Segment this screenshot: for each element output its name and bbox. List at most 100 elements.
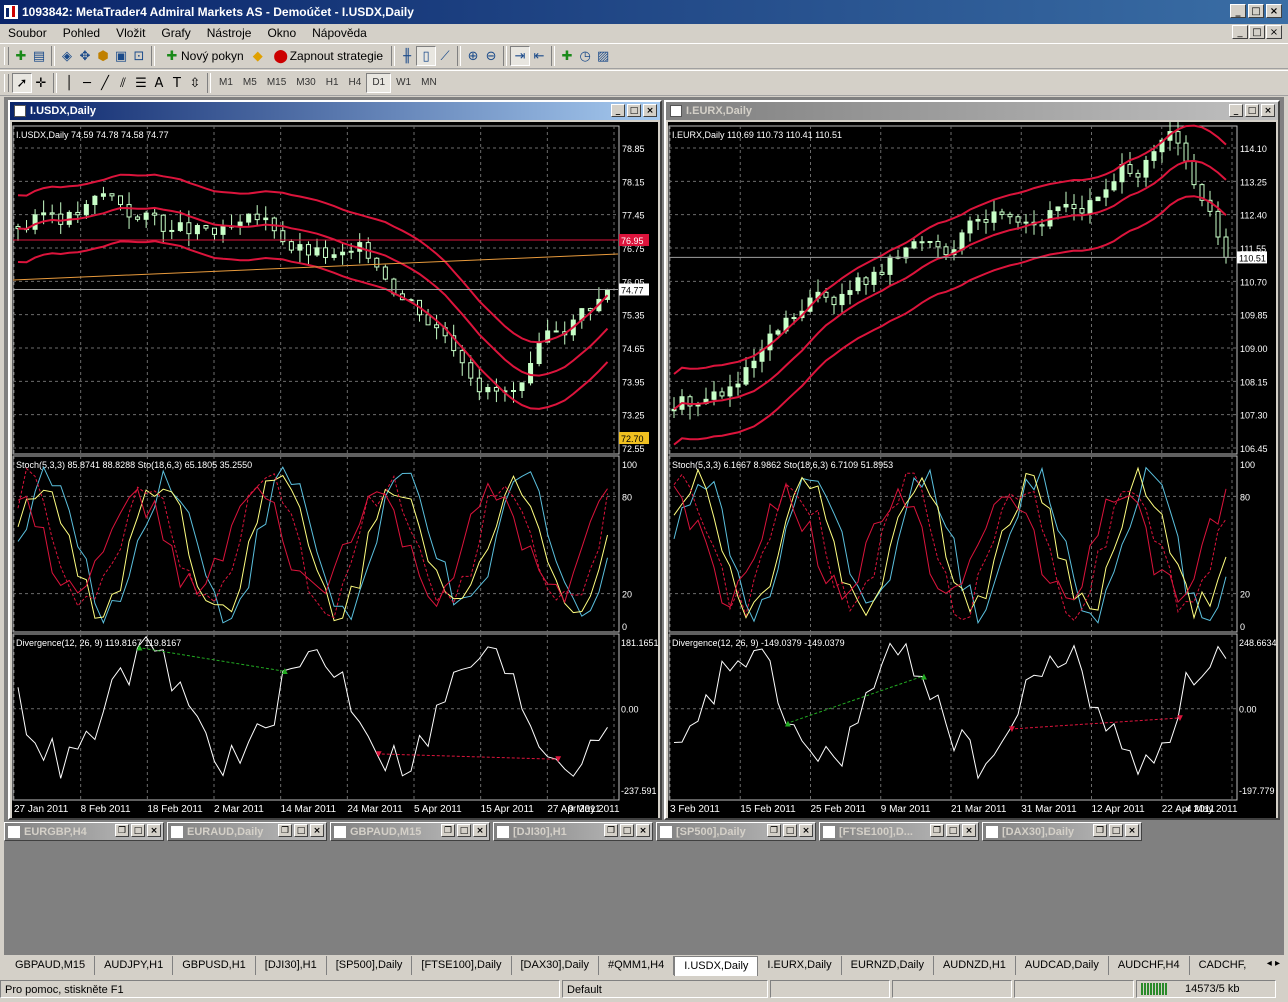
- restore-button[interactable]: ❐: [278, 824, 292, 837]
- cursor-icon[interactable]: ➚: [12, 73, 32, 93]
- chart-tab[interactable]: GBPAUD,M15: [6, 956, 96, 975]
- close-button[interactable]: ×: [147, 824, 161, 837]
- zoom-in-icon[interactable]: ⊕: [464, 47, 482, 65]
- chart-tab[interactable]: [FTSE100],Daily: [412, 956, 512, 975]
- vertical-line-icon[interactable]: │: [60, 74, 78, 92]
- timeframe-h1[interactable]: H1: [321, 74, 344, 92]
- chart-canvas[interactable]: 3 Feb 2011 15 Feb 2011 25 Feb 2011 9 Mar 20…: [668, 120, 1277, 818]
- mdi-restore-button[interactable]: □: [1249, 25, 1265, 39]
- chart-close-button[interactable]: ×: [1261, 104, 1275, 117]
- chart-tab[interactable]: [DJI30],H1: [256, 956, 327, 975]
- terminal-icon[interactable]: ▣: [112, 47, 130, 65]
- minimize-button[interactable]: _: [1230, 4, 1246, 18]
- chart-window-usdx[interactable]: I.USDX,Daily _ □ × 27 Jan 2011 8 Feb 2011…: [8, 100, 662, 820]
- chart-window-titlebar[interactable]: I.USDX,Daily _ □ ×: [10, 102, 660, 120]
- text-label-icon[interactable]: T: [168, 74, 186, 92]
- chart-tab[interactable]: AUDCAD,Daily: [1016, 956, 1109, 975]
- maximize-button[interactable]: □: [783, 824, 797, 837]
- close-button[interactable]: ×: [1266, 4, 1282, 18]
- mdi-minimize-button[interactable]: _: [1232, 25, 1248, 39]
- data-window-icon[interactable]: ⬢: [94, 47, 112, 65]
- maximize-button[interactable]: □: [294, 824, 308, 837]
- templates-icon[interactable]: ▨: [594, 47, 612, 65]
- chart-canvas[interactable]: 27 Jan 2011 8 Feb 2011 18 Feb 2011 2 Mar 20…: [12, 122, 659, 818]
- restore-button[interactable]: ❐: [1093, 824, 1107, 837]
- chart-tab[interactable]: [DAX30],Daily: [512, 956, 599, 975]
- menu-napoveda[interactable]: Nápověda: [304, 26, 375, 40]
- close-button[interactable]: ×: [473, 824, 487, 837]
- restore-button[interactable]: ❐: [115, 824, 129, 837]
- timeframe-m1[interactable]: M1: [214, 74, 238, 92]
- tab-right-icon[interactable]: ▸: [1275, 958, 1280, 969]
- close-button[interactable]: ×: [1125, 824, 1139, 837]
- close-button[interactable]: ×: [310, 824, 324, 837]
- restore-button[interactable]: ❐: [930, 824, 944, 837]
- chart-tab[interactable]: #QMM1,H4: [599, 956, 675, 975]
- timeframe-mn[interactable]: MN: [416, 74, 442, 92]
- profiles-icon[interactable]: ▤: [30, 47, 48, 65]
- timeframe-d1[interactable]: D1: [366, 73, 392, 93]
- new-chart-icon[interactable]: ✚: [12, 47, 30, 65]
- trendline-icon[interactable]: ╱: [96, 74, 114, 92]
- market-watch-icon[interactable]: ◈: [58, 47, 76, 65]
- menu-grafy[interactable]: Grafy: [153, 26, 198, 40]
- chart-tab[interactable]: EURNZD,Daily: [842, 956, 934, 975]
- bar-chart-icon[interactable]: ╫: [398, 47, 416, 65]
- menu-soubor[interactable]: Soubor: [0, 26, 55, 40]
- channel-icon[interactable]: ⫽: [114, 74, 132, 92]
- restore-button[interactable]: ❐: [767, 824, 781, 837]
- new-order-button[interactable]: ✚ Nový pokyn: [160, 46, 247, 66]
- chart-svg[interactable]: 3 Feb 2011 15 Feb 2011 25 Feb 2011 9 Mar 20…: [668, 120, 1277, 818]
- chart-tab-active[interactable]: I.USDX,Daily: [674, 956, 759, 976]
- maximize-button[interactable]: □: [131, 824, 145, 837]
- zoom-out-icon[interactable]: ⊖: [482, 47, 500, 65]
- maximize-button[interactable]: □: [457, 824, 471, 837]
- minimized-window[interactable]: [SP500],Daily ❐ □ ×: [656, 822, 816, 841]
- chart-window-eurx[interactable]: I.EURX,Daily _ □ × 3 Feb 2011 15 Feb 2011…: [664, 100, 1280, 820]
- menu-nastroje[interactable]: Nástroje: [199, 26, 260, 40]
- horizontal-line-icon[interactable]: ─: [78, 74, 96, 92]
- chart-maximize-button[interactable]: □: [1245, 104, 1259, 117]
- chart-tab[interactable]: AUDJPY,H1: [95, 956, 174, 975]
- candlestick-icon[interactable]: ▯: [416, 46, 437, 66]
- menu-vlozit[interactable]: Vložit: [108, 26, 153, 40]
- close-button[interactable]: ×: [962, 824, 976, 837]
- chart-svg[interactable]: 27 Jan 2011 8 Feb 2011 18 Feb 2011 2 Mar 20…: [12, 122, 659, 818]
- text-icon[interactable]: A: [150, 74, 168, 92]
- strategy-toggle-button[interactable]: ⬤ Zapnout strategie: [269, 46, 386, 66]
- chart-tab[interactable]: CADCHF,H: [1190, 956, 1246, 975]
- chart-maximize-button[interactable]: □: [627, 104, 641, 117]
- chart-window-titlebar[interactable]: I.EURX,Daily _ □ ×: [666, 102, 1278, 120]
- indicators-icon[interactable]: ✚: [558, 47, 576, 65]
- mdi-close-button[interactable]: ×: [1266, 25, 1282, 39]
- menu-pohled[interactable]: Pohled: [55, 26, 108, 40]
- timeframe-m5[interactable]: M5: [238, 74, 262, 92]
- chart-tab[interactable]: AUDCHF,H4: [1109, 956, 1190, 975]
- strategy-tester-icon[interactable]: ⊡: [130, 47, 148, 65]
- restore-button[interactable]: ❐: [604, 824, 618, 837]
- minimized-window[interactable]: EURAUD,Daily ❐ □ ×: [167, 822, 327, 841]
- metaeditor-icon[interactable]: ◆: [249, 47, 267, 65]
- line-chart-icon[interactable]: ⟋: [436, 47, 454, 65]
- maximize-button[interactable]: □: [1248, 4, 1264, 18]
- periods-icon[interactable]: ◷: [576, 47, 594, 65]
- minimized-window[interactable]: GBPAUD,M15 ❐ □ ×: [330, 822, 490, 841]
- chart-minimize-button[interactable]: _: [611, 104, 625, 117]
- close-button[interactable]: ×: [799, 824, 813, 837]
- tab-left-icon[interactable]: ◂: [1267, 958, 1272, 969]
- tab-scroll-arrows[interactable]: ◂ ▸: [1267, 958, 1280, 969]
- maximize-button[interactable]: □: [1109, 824, 1123, 837]
- minimized-window[interactable]: EURGBP,H4 ❐ □ ×: [4, 822, 164, 841]
- chart-tab[interactable]: I.EURX,Daily: [758, 956, 842, 975]
- timeframe-w1[interactable]: W1: [391, 74, 416, 92]
- timeframe-h4[interactable]: H4: [344, 74, 367, 92]
- minimized-window[interactable]: [DAX30],Daily ❐ □ ×: [982, 822, 1142, 841]
- chart-tab[interactable]: AUDNZD,H1: [934, 956, 1016, 975]
- arrows-icon[interactable]: ⇳: [186, 74, 204, 92]
- maximize-button[interactable]: □: [946, 824, 960, 837]
- restore-button[interactable]: ❐: [441, 824, 455, 837]
- timeframe-m30[interactable]: M30: [291, 74, 320, 92]
- chart-shift-icon[interactable]: ⇤: [530, 47, 548, 65]
- chart-close-button[interactable]: ×: [643, 104, 657, 117]
- chart-tab[interactable]: GBPUSD,H1: [173, 956, 256, 975]
